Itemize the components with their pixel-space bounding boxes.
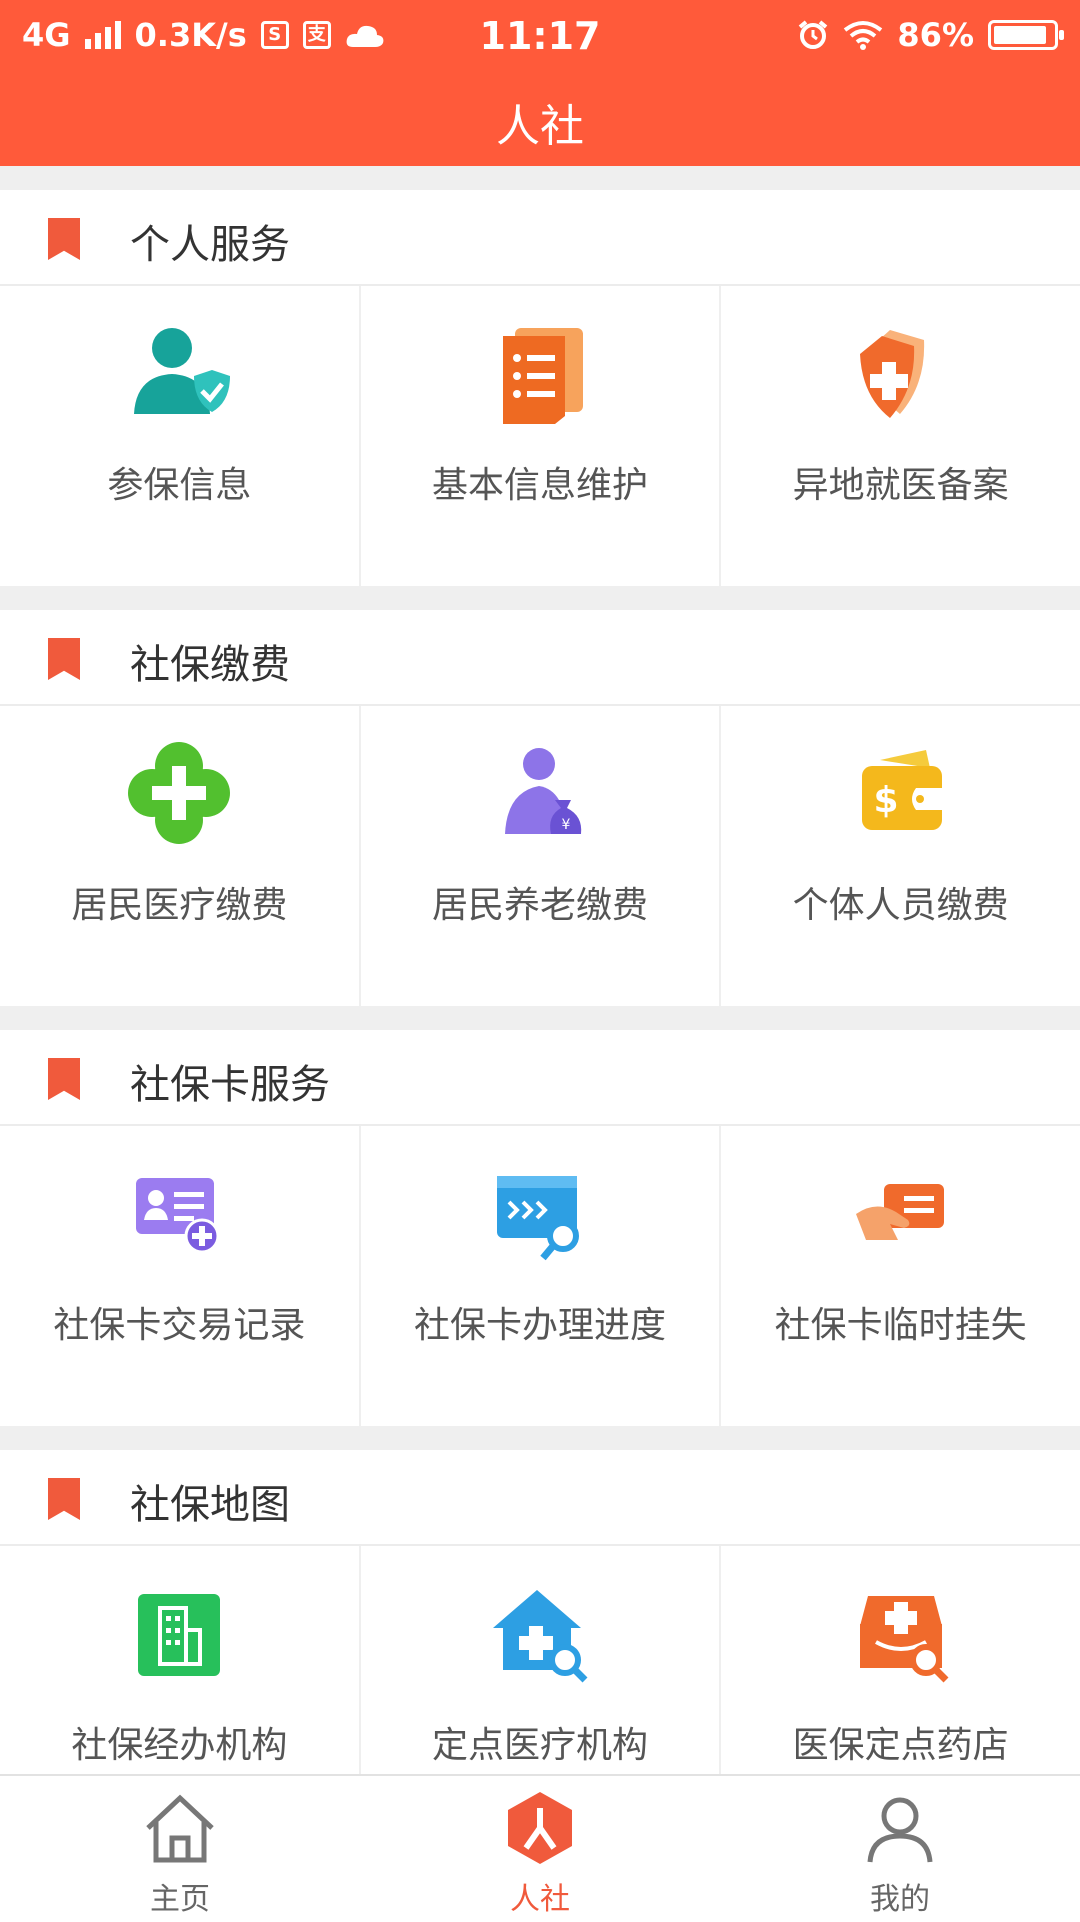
elder-money-bag-icon: ¥ [505,748,582,834]
nav-home[interactable]: 主页 [0,1776,360,1922]
user-icon [867,1797,933,1863]
service-label: 基本信息维护 [432,465,649,506]
battery-percent: 86% [897,16,974,54]
svg-text:¥: ¥ [562,817,571,833]
section-header: 个人服务 [0,190,1080,286]
status-bar: 4G 0.3K/s S 支 11:17 86% [0,0,1080,72]
battery-icon [988,20,1064,50]
pharmacy-search-icon [859,1596,949,1683]
service-remote-medical[interactable]: 异地就医备案 [721,286,1080,586]
hand-card-icon [855,1184,944,1240]
document-list-icon [503,328,583,424]
service-card-transactions[interactable]: 社保卡交易记录 [0,1126,361,1426]
section-card-services: 社保卡服务 社保卡交易记录 社保卡办理进度 社保卡临时挂失 [0,1030,1080,1426]
section-payments: 社保缴费 居民医疗缴费 ¥ 居民养老缴费 $ 个体人员缴费 [0,610,1080,1006]
service-label: 社保卡办理进度 [414,1305,667,1346]
nav-label: 我的 [870,1882,930,1917]
service-resident-medical-payment[interactable]: 居民医疗缴费 [0,706,361,1006]
service-insurance-info[interactable]: 参保信息 [0,286,361,586]
service-label: 社保卡交易记录 [53,1305,306,1346]
wallet-icon: $ [861,750,942,830]
home-icon [146,1794,214,1863]
service-label: 个体人员缴费 [792,885,1009,926]
section-title: 个人服务 [130,222,290,268]
service-label: 社保卡临时挂失 [774,1305,1027,1346]
content: 个人服务 参保信息 基本信息维护 异地就医备案 社保缴费 居民医疗缴费 ¥ 居民… [0,166,1080,1846]
service-label: 居民医疗缴费 [71,885,288,926]
card-add-icon [136,1178,220,1254]
service-label: 医保定点药店 [792,1725,1009,1766]
section-header: 社保卡服务 [0,1030,1080,1126]
nav-label: 主页 [150,1882,210,1917]
bookmark-icon [48,1058,80,1100]
service-card-progress[interactable]: 社保卡办理进度 [361,1126,722,1426]
section-title: 社保地图 [130,1482,290,1528]
service-label: 定点医疗机构 [432,1725,649,1766]
service-card-report-loss[interactable]: 社保卡临时挂失 [721,1126,1080,1426]
service-resident-pension-payment[interactable]: ¥ 居民养老缴费 [361,706,722,1006]
service-basic-info[interactable]: 基本信息维护 [361,286,722,586]
service-label: 居民养老缴费 [432,885,649,926]
section-title: 社保卡服务 [130,1062,330,1108]
green-cross-icon [128,742,231,844]
section-header: 社保缴费 [0,610,1080,706]
nav-renshe[interactable]: 人社 [360,1776,720,1922]
nav-label: 人社 [510,1882,570,1917]
medical-shield-icon [859,330,924,418]
service-label: 参保信息 [107,465,252,506]
alarm-icon [799,20,828,49]
hospital-search-icon [493,1590,588,1683]
service-individual-payment[interactable]: $ 个体人员缴费 [721,706,1080,1006]
page-title: 人社 [496,101,584,152]
bottom-nav: 主页 人社 我的 [0,1774,1080,1922]
building-icon [138,1594,221,1676]
renshe-icon [508,1792,572,1864]
section-personal-services: 个人服务 参保信息 基本信息维护 异地就医备案 [0,190,1080,586]
top-bar: 4G 0.3K/s S 支 11:17 86% 人社 [0,0,1080,166]
person-shield-icon [134,328,231,414]
bookmark-icon [48,638,80,680]
card-search-icon [497,1176,579,1261]
section-title: 社保缴费 [130,642,290,688]
service-label: 社保经办机构 [71,1725,288,1766]
wifi-icon [844,21,883,50]
service-label: 异地就医备案 [792,465,1009,506]
bookmark-icon [48,218,80,260]
section-header: 社保地图 [0,1450,1080,1546]
nav-mine[interactable]: 我的 [720,1776,1080,1922]
bookmark-icon [48,1478,80,1520]
svg-text:$: $ [873,780,898,821]
